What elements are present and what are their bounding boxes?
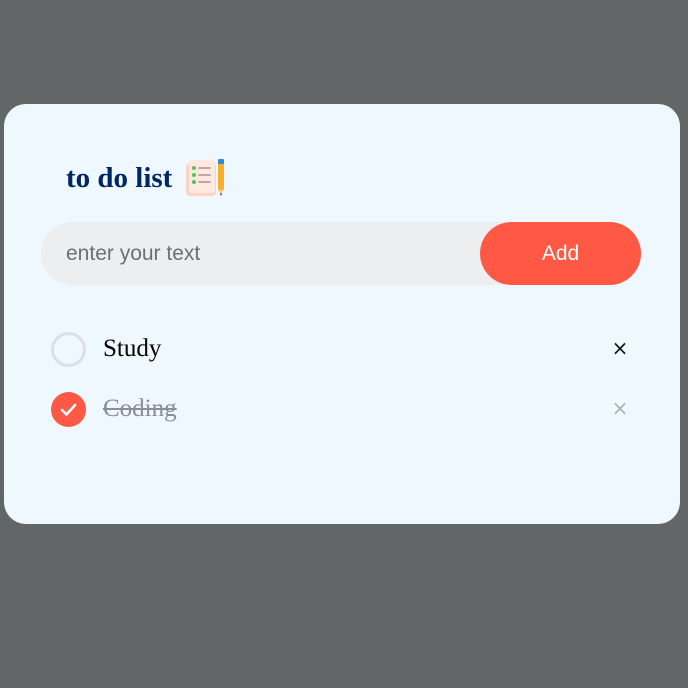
delete-icon[interactable]: × — [607, 395, 633, 421]
task-item[interactable]: Study × — [51, 329, 641, 389]
add-button[interactable]: Add — [480, 222, 641, 285]
todo-card: to do list Add Study × — [4, 104, 680, 524]
input-row: Add — [41, 222, 641, 285]
task-list: Study × Coding × — [51, 329, 641, 449]
checked-circle-icon[interactable] — [51, 392, 86, 427]
delete-icon[interactable]: × — [607, 335, 633, 361]
header: to do list — [66, 158, 228, 198]
task-input[interactable] — [41, 222, 471, 285]
unchecked-circle-icon[interactable] — [51, 332, 86, 367]
task-label: Coding — [103, 395, 177, 422]
checkmark-icon — [60, 403, 77, 416]
checklist-notepad-icon — [186, 159, 225, 196]
app-title: to do list — [66, 161, 173, 194]
task-label: Study — [103, 335, 162, 362]
task-item[interactable]: Coding × — [51, 389, 641, 449]
